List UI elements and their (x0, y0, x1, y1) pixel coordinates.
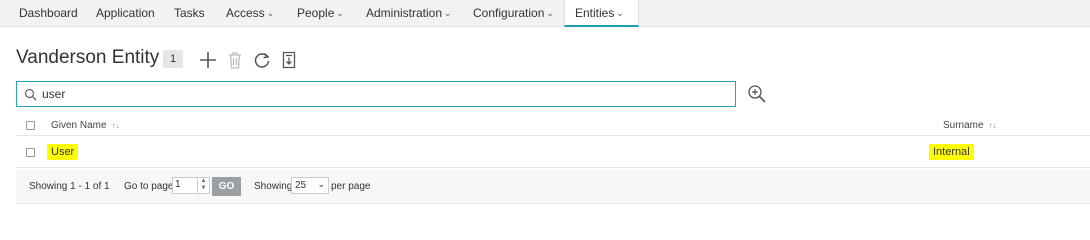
nav-people[interactable]: People ⌄ (297, 0, 344, 27)
add-button[interactable] (197, 49, 219, 71)
sort-icon: ↑↓ (988, 121, 997, 130)
per-page-value: 25 (295, 180, 307, 191)
export-icon (282, 51, 296, 69)
top-navigation: Dashboard Application Tasks Access ⌄ Peop… (0, 0, 1090, 27)
nav-entities[interactable]: Entities ⌄ (564, 0, 639, 27)
chevron-down-icon: ⌄ (317, 179, 325, 189)
goto-page-label: Go to page (124, 181, 174, 192)
chevron-down-icon: ⌄ (546, 8, 554, 18)
add-icon (200, 52, 216, 68)
refresh-icon (254, 52, 270, 68)
row-checkbox[interactable] (26, 148, 35, 157)
nav-tasks[interactable]: Tasks (174, 0, 205, 27)
table-header: Given Name ↑↓ Surname ↑↓ (16, 114, 1090, 136)
cell-surname: Internal (929, 144, 974, 160)
per-page-label: per page (331, 181, 371, 192)
nav-administration-label: Administration (366, 6, 443, 20)
showing-count-text: Showing 1 - 1 of 1 (29, 181, 110, 192)
showing-label: Showing (254, 181, 293, 192)
spinner-down-icon: ▼ (200, 185, 207, 191)
zoom-in-icon (748, 85, 766, 103)
chevron-down-icon: ⌄ (444, 8, 452, 18)
nav-dashboard-label: Dashboard (19, 6, 78, 20)
nav-administration[interactable]: Administration ⌄ (366, 0, 452, 27)
nav-configuration-label: Configuration (473, 6, 545, 20)
column-header-surname[interactable]: Surname ↑↓ (943, 120, 997, 131)
chevron-down-icon: ⌄ (266, 8, 275, 18)
sort-icon: ↑↓ (111, 121, 120, 130)
chevron-down-icon: ⌄ (336, 8, 344, 18)
nav-configuration[interactable]: Configuration ⌄ (473, 0, 554, 27)
nav-tasks-label: Tasks (174, 6, 205, 20)
record-count-badge: 1 (163, 50, 183, 68)
column-header-given-name[interactable]: Given Name ↑↓ (51, 120, 120, 131)
cell-given-name: User (47, 144, 79, 160)
pagination-footer: Showing 1 - 1 of 1 Go to page 1 ▲ ▼ GO S… (16, 169, 1090, 204)
column-label-surname: Surname (943, 120, 984, 131)
spinner-up-icon: ▲ (200, 178, 207, 184)
nav-people-label: People (297, 6, 335, 20)
table-row[interactable]: User Internal (16, 137, 1090, 168)
search-input[interactable] (42, 85, 722, 103)
nav-application-label: Application (96, 6, 155, 20)
nav-entities-label: Entities (575, 6, 615, 20)
search-box (16, 81, 736, 107)
per-page-select[interactable]: 25 ⌄ (291, 177, 329, 194)
select-all-checkbox[interactable] (26, 121, 35, 130)
go-button[interactable]: GO (212, 177, 241, 196)
page-title: Vanderson Entity (16, 47, 160, 68)
search-icon (24, 88, 37, 101)
delete-icon (229, 52, 241, 69)
advanced-search-button[interactable] (747, 84, 767, 104)
delete-button[interactable] (224, 49, 246, 71)
page-spinner[interactable]: ▲ ▼ (197, 178, 209, 193)
nav-access[interactable]: Access ⌄ (226, 0, 274, 27)
nav-application[interactable]: Application (96, 0, 155, 27)
refresh-button[interactable] (251, 49, 273, 71)
nav-access-label: Access (226, 6, 265, 20)
nav-dashboard[interactable]: Dashboard (19, 0, 78, 27)
export-button[interactable] (278, 49, 300, 71)
chevron-down-icon: ⌄ (616, 8, 624, 18)
column-label-given-name: Given Name (51, 120, 107, 131)
